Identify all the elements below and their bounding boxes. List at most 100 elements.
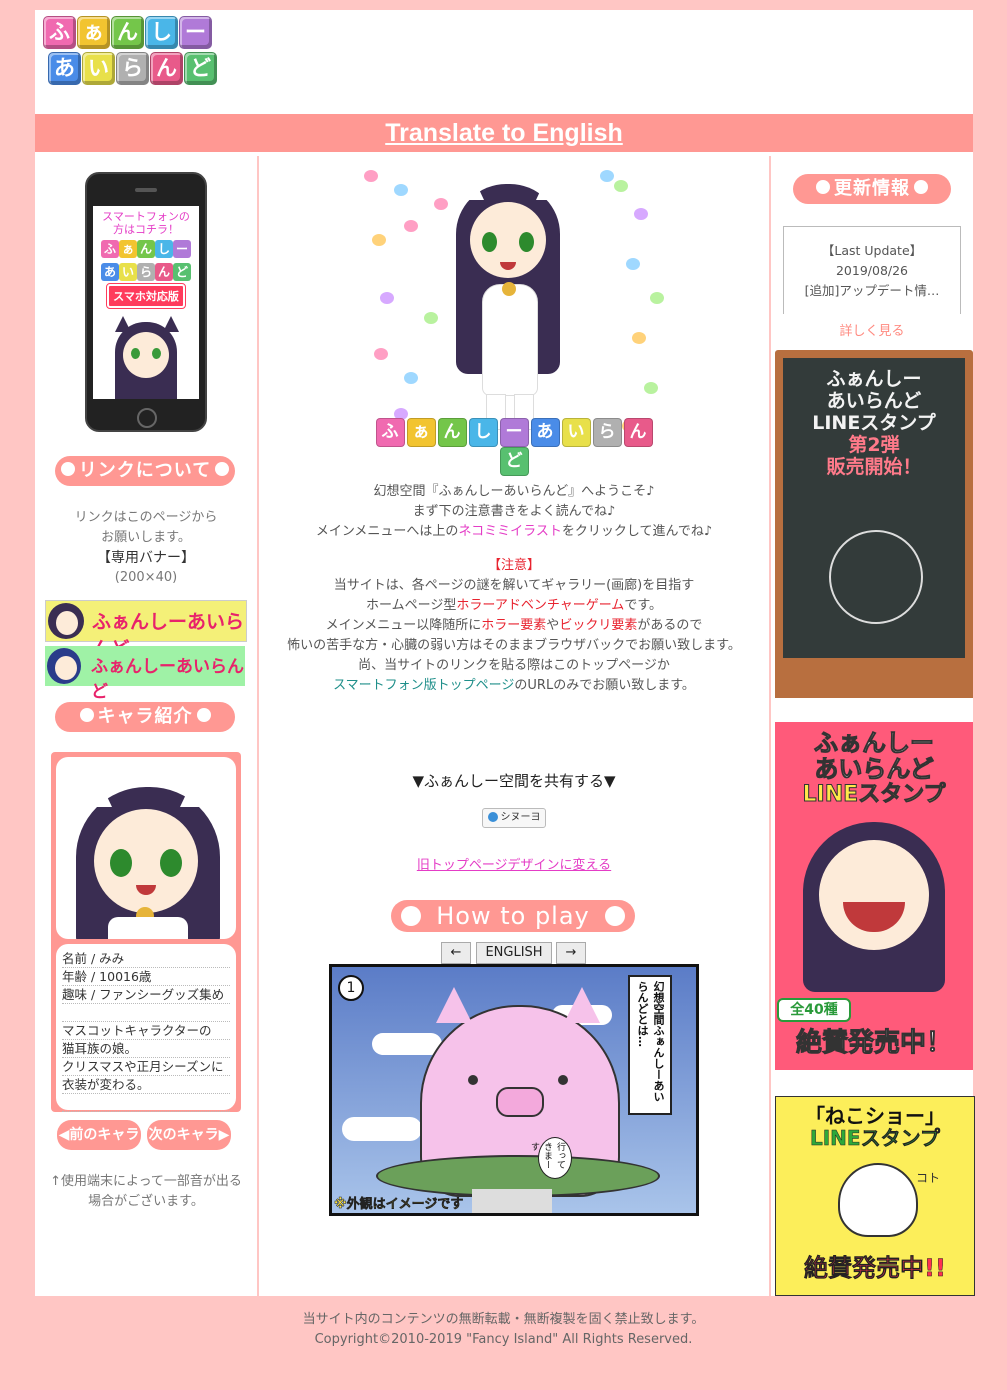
paw-icon xyxy=(196,708,211,722)
mini-logo-tile: ん xyxy=(155,263,173,281)
paw-icon xyxy=(215,462,230,476)
chalk-character xyxy=(829,530,923,624)
caution-line-3: メインメニュー以降随所にホラー要素やビックリ要素があるので xyxy=(325,618,703,633)
ad2-line2: あいらんど xyxy=(814,755,934,783)
character-info-line: 年齢 / 10016歳 xyxy=(62,968,230,986)
site-banner-1[interactable]: ふぁんしーあいらんど xyxy=(45,600,247,660)
device-note-1: ↑使用端末によって一部音が出る xyxy=(50,1174,242,1189)
share-button[interactable]: シヌーヨ xyxy=(482,808,546,828)
ad3-bottom: 絶賛発売中!! xyxy=(804,1254,946,1282)
small-speech-bubble: 行ってきまーす xyxy=(529,1137,572,1179)
update-heading: 更新情報 xyxy=(793,174,951,204)
logo-tile: ぁ xyxy=(77,16,110,49)
paw-icon xyxy=(79,708,94,722)
ad1-line5: 販売開始！ xyxy=(826,456,922,478)
caution-heading: 【注意】 xyxy=(487,558,540,573)
last-update-date: 2019/08/26 xyxy=(835,263,909,278)
how-to-play-text: How to play xyxy=(436,902,590,930)
ad3-line2: LINEスタンプ xyxy=(810,1126,941,1150)
paw-icon xyxy=(60,462,75,476)
banner-size: (200×40) xyxy=(114,570,178,585)
banner2-text: ふぁんしーあいらんど xyxy=(91,657,244,702)
site-banner-2[interactable]: ふぁんしーあいらんど xyxy=(45,646,245,702)
smartphone-version-link[interactable]: スマートフォンの 方はコチラ！ ふぁんしー あいらんど スマホ対応版 xyxy=(85,172,207,432)
logo-tile: ん xyxy=(111,16,144,49)
hero-logo-tile: ん xyxy=(623,418,653,447)
last-update-label: 【Last Update】 xyxy=(821,243,923,258)
logo-tile: ど xyxy=(184,52,217,85)
caution-line-1: 当サイトは、各ページの謎を解いてギャラリー(画廊)を目指す xyxy=(333,578,695,593)
ad1-line1: ふぁんしー xyxy=(826,368,922,390)
phone-screen: スマートフォンの 方はコチラ！ ふぁんしー あいらんど スマホ対応版 xyxy=(93,206,199,399)
paw-print-icon xyxy=(634,208,648,220)
more-link[interactable]: 詳しく見る xyxy=(771,320,973,339)
line-stamp-ad-2[interactable]: ふぁんしー あいらんど LINEスタンプ 全40種 絶賛発売中！ xyxy=(775,722,973,1070)
logo-tile: し xyxy=(145,16,178,49)
how-to-play-heading: How to play xyxy=(391,900,635,932)
intro-line-2: まず下の注意書きをよく読んでね♪ xyxy=(412,504,616,519)
line-stamp-ad-3[interactable]: 「ねこショー」 LINEスタンプ コト 絶賛発売中!! xyxy=(775,1096,975,1296)
next-page-button[interactable]: → xyxy=(556,942,586,964)
caution-line-2: ホームページ型ホラーアドベンチャーゲームです。 xyxy=(365,598,663,613)
smartphone-top-link[interactable]: スマートフォン版トップページ xyxy=(333,678,514,693)
comic-caption: ※外観はイメージです xyxy=(334,1197,464,1213)
caution-line-4: 怖いの苦手な方・心臓の弱い方はそのままブラウザバックでお願い致します。 xyxy=(287,638,741,653)
paw-print-icon xyxy=(374,348,388,360)
share-label: ▼ふぁんしー空間を共有する▼ xyxy=(412,772,616,790)
nekomimi-illustration-link[interactable]: ふぁんしーあいらんど xyxy=(364,162,664,476)
banner-heading: 【専用バナー】 xyxy=(97,550,195,566)
old-design-link[interactable]: 旧トップページデザインに変える xyxy=(259,854,769,873)
update-box: 【Last Update】 2019/08/26 [追加]アップデート情… xyxy=(783,226,961,314)
logo-tile: い xyxy=(82,52,115,85)
character-info-line: 猫耳族の娘。 xyxy=(62,1040,230,1058)
speech-bubble: 幻想空間ふぁんしーあいらんどとは… xyxy=(628,975,672,1115)
footer-notice: 当サイト内のコンテンツの無断転載・無断複製を固く禁止致します。 xyxy=(302,1312,705,1327)
hero-logo-tile: ん xyxy=(437,418,467,447)
right-sidebar: 更新情報 【Last Update】 2019/08/26 [追加]アップデート… xyxy=(769,156,975,1296)
site-logo[interactable]: ふぁんしーあいらんど xyxy=(43,16,219,86)
mini-logo-tile: ど xyxy=(173,263,191,281)
character-portrait xyxy=(56,757,236,939)
line-stamp-ad-1[interactable]: ふぁんしー あいらんど LINEスタンプ 第2弾 販売開始！ xyxy=(775,350,973,698)
prev-character-button[interactable]: ◀前のキャラ xyxy=(57,1120,141,1150)
phone-logo-row2: あいらんど xyxy=(93,261,199,282)
paw-print-icon xyxy=(404,220,418,232)
prev-page-button[interactable]: ← xyxy=(441,942,471,964)
logo-tile: ー xyxy=(179,16,212,49)
english-button[interactable]: ENGLISH xyxy=(476,942,552,964)
main-content: ふぁんしーあいらんど 幻想空間『ふぁんしーあいらんど』へようこそ♪ まず下の注意… xyxy=(259,156,769,1296)
logo-tile: ら xyxy=(116,52,149,85)
link-text-2: お願いします。 xyxy=(101,530,191,545)
caution-line-6: スマートフォン版トップページのURLのみでお願い致します。 xyxy=(333,678,695,693)
translate-link[interactable]: Translate to English xyxy=(385,119,623,147)
character-info-line: 趣味 / ファンシーグッズ集め xyxy=(62,986,230,1004)
ad2-bottom: 絶賛発売中！ xyxy=(795,1028,952,1059)
phone-speaker xyxy=(135,188,157,192)
paw-print-icon xyxy=(600,170,614,182)
phone-home-button xyxy=(137,408,157,428)
link-heading-text: リンクについて xyxy=(78,460,212,481)
hero-logo-tile: ら xyxy=(592,418,622,447)
how-to-play-comic: 1 幻想空間ふぁんしーあいらんどとは… 行ってきまーす ※外観はイメージです xyxy=(329,964,699,1216)
paw-print-icon xyxy=(626,258,640,270)
next-character-button[interactable]: 次のキャラ▶ xyxy=(147,1120,231,1150)
circle-icon xyxy=(605,906,625,926)
translate-bar: Translate to English xyxy=(35,114,973,152)
hero-logo-tile: ふ xyxy=(375,418,405,447)
last-update-item: [追加]アップデート情… xyxy=(804,283,940,298)
hero-logo-tile: ー xyxy=(499,418,529,447)
paw-print-icon xyxy=(404,372,418,384)
paw-print-icon xyxy=(614,180,628,192)
nekomimi-link[interactable]: ネコミミイラスト xyxy=(458,524,561,539)
mini-logo-tile: ら xyxy=(137,263,155,281)
logo-tile: ん xyxy=(150,52,183,85)
mini-logo-tile: ぁ xyxy=(119,240,137,258)
mini-logo-tile: あ xyxy=(101,263,119,281)
ad1-line2: あいらんど xyxy=(826,390,922,412)
panel-number: 1 xyxy=(338,975,364,1001)
device-note-2: 場合がございます。 xyxy=(88,1194,204,1209)
footer: 当サイト内のコンテンツの無断転載・無断複製を固く禁止致します。 Copyrigh… xyxy=(0,1310,1007,1350)
hero-logo: ふぁんしーあいらんど xyxy=(364,418,664,476)
chara-heading-text: キャラ紹介 xyxy=(97,706,193,727)
logo-tile: ふ xyxy=(43,16,76,49)
